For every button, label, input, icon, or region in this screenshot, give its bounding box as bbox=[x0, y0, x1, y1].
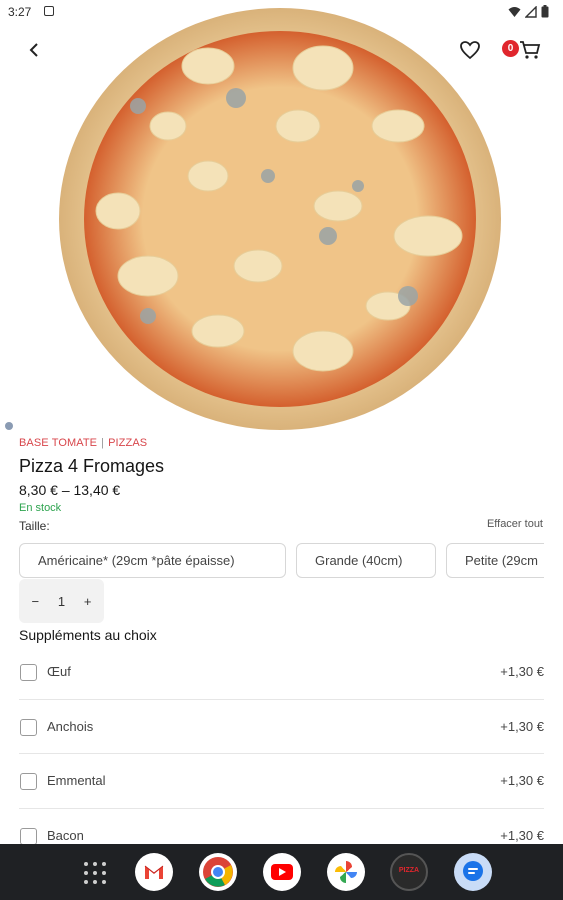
breadcrumb-separator: | bbox=[101, 437, 105, 449]
supplement-row[interactable]: Œuf +1,30 € bbox=[19, 645, 544, 700]
battery-icon bbox=[541, 5, 549, 18]
supplement-checkbox[interactable] bbox=[20, 664, 37, 681]
product-title: Pizza 4 Fromages bbox=[19, 456, 165, 476]
supplement-checkbox[interactable] bbox=[20, 827, 37, 845]
arrow-left-icon bbox=[29, 43, 38, 57]
chrome-icon[interactable] bbox=[199, 853, 237, 891]
pizza-app-icon[interactable]: PIZZA bbox=[390, 853, 428, 891]
breadcrumb-category-pizzas[interactable]: PIZZAS bbox=[108, 437, 147, 449]
app-drawer-button[interactable] bbox=[84, 862, 106, 884]
cart-count-badge: 0 bbox=[502, 40, 519, 57]
supplement-name: Bacon bbox=[47, 827, 84, 843]
heart-icon bbox=[460, 41, 480, 60]
gmail-icon[interactable] bbox=[135, 853, 173, 891]
signal-icon bbox=[525, 5, 537, 18]
photos-icon[interactable] bbox=[327, 853, 365, 891]
quantity-decrease-button[interactable]: − bbox=[25, 594, 45, 609]
size-option-americaine[interactable]: Américaine* (29cm *pâte épaisse) bbox=[19, 543, 286, 578]
status-time: 3:27 bbox=[8, 5, 32, 19]
shopping-cart-icon bbox=[520, 41, 541, 59]
supplement-checkbox[interactable] bbox=[20, 773, 37, 790]
clear-all-button[interactable]: Effacer tout bbox=[487, 518, 543, 530]
status-bar: 3:27 bbox=[0, 0, 563, 24]
supplement-price: +1,30 € bbox=[500, 718, 544, 734]
size-options: Américaine* (29cm *pâte épaisse) Grande … bbox=[19, 543, 544, 579]
size-option-petite[interactable]: Petite (29cm bbox=[446, 543, 544, 578]
quantity-value: 1 bbox=[57, 593, 66, 609]
supplement-price: +1,30 € bbox=[500, 827, 544, 843]
breadcrumb: BASE TOMATE | PIZZAS bbox=[19, 437, 147, 449]
carousel-indicator[interactable] bbox=[5, 422, 13, 430]
supplement-name: Œuf bbox=[47, 664, 71, 679]
supplement-row[interactable]: Emmental +1,30 € bbox=[19, 754, 544, 809]
supplements-title: Suppléments au choix bbox=[19, 627, 157, 643]
pizza-image bbox=[59, 8, 501, 430]
wifi-icon bbox=[508, 6, 521, 17]
size-option-grande[interactable]: Grande (40cm) bbox=[296, 543, 436, 578]
stock-status: En stock bbox=[19, 502, 62, 514]
breadcrumb-category-base[interactable]: BASE TOMATE bbox=[19, 437, 97, 449]
quantity-increase-button[interactable]: + bbox=[78, 594, 98, 609]
supplement-name: Anchois bbox=[47, 718, 94, 734]
messages-icon[interactable] bbox=[454, 853, 492, 891]
supplement-row[interactable]: Anchois +1,30 € bbox=[19, 700, 544, 754]
taskbar-dock: PIZZA bbox=[0, 844, 563, 900]
favorite-button[interactable] bbox=[458, 38, 482, 62]
youtube-icon[interactable] bbox=[263, 853, 301, 891]
notification-icon bbox=[44, 6, 54, 16]
cart-button[interactable]: 0 bbox=[502, 38, 544, 62]
size-label: Taille: bbox=[19, 519, 50, 533]
supplement-price: +1,30 € bbox=[500, 773, 544, 788]
supplement-checkbox[interactable] bbox=[20, 718, 37, 736]
supplement-price: +1,30 € bbox=[500, 664, 544, 679]
supplements-list: Œuf +1,30 € Anchois +1,30 € Emmental +1,… bbox=[19, 645, 544, 863]
price-range: 8,30 € – 13,40 € bbox=[19, 482, 121, 498]
pizza-app-label: PIZZA bbox=[398, 867, 420, 874]
back-button[interactable] bbox=[22, 38, 46, 62]
supplement-name: Emmental bbox=[47, 773, 106, 788]
status-icons bbox=[508, 5, 549, 18]
quantity-stepper: − 1 + bbox=[19, 579, 104, 623]
